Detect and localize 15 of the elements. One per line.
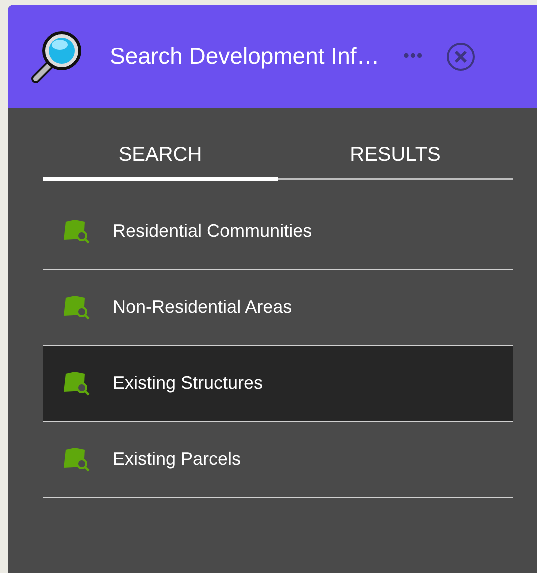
- map-search-icon: [63, 294, 91, 320]
- item-label: Existing Parcels: [113, 449, 242, 470]
- map-search-icon: [63, 446, 91, 472]
- map-search-icon: [63, 218, 91, 244]
- panel-title: Search Development Inf…: [110, 43, 380, 70]
- search-list-item[interactable]: Existing Structures: [43, 346, 513, 422]
- tab[interactable]: SEARCH: [43, 138, 278, 181]
- map-search-icon: [63, 370, 91, 396]
- tab[interactable]: RESULTS: [278, 138, 513, 181]
- item-label: Existing Structures: [113, 373, 264, 394]
- search-list-item[interactable]: Residential Communities: [43, 194, 513, 270]
- close-icon[interactable]: [446, 42, 476, 72]
- item-label: Non-Residential Areas: [113, 297, 292, 318]
- search-list-item[interactable]: Existing Parcels: [43, 422, 513, 498]
- item-label: Residential Communities: [113, 221, 312, 242]
